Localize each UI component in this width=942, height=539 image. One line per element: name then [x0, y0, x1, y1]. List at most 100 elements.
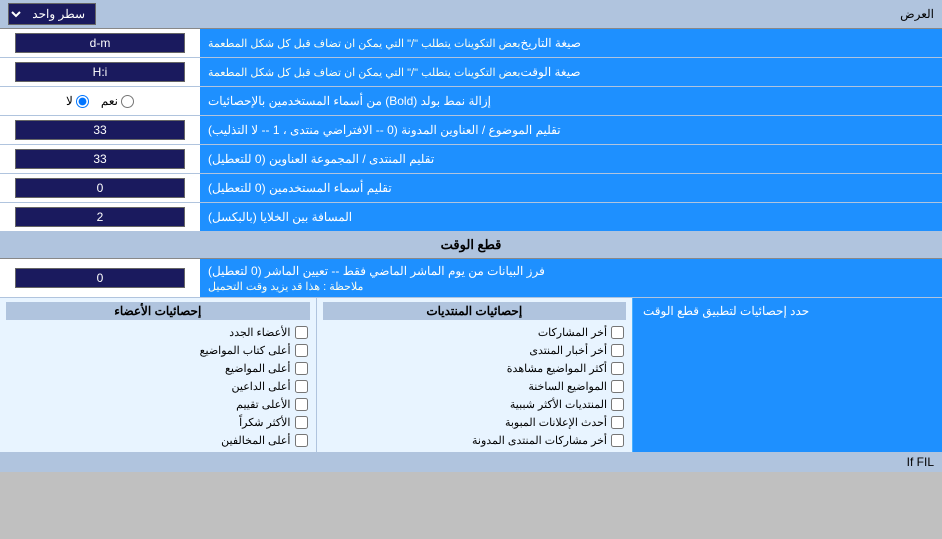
date-format-field[interactable]: [15, 33, 185, 53]
filter-note-text: ملاحظة : هذا قد يزيد وقت التحميل: [208, 280, 363, 293]
radio-no-text: لا: [66, 94, 73, 108]
time-section-title: قطع الوقت: [441, 237, 502, 253]
forum-order-field[interactable]: [15, 149, 185, 169]
radio-no[interactable]: [76, 95, 89, 108]
col2-members: إحصائيات الأعضاء الأعضاء الجدد أعلى كتاب…: [0, 298, 316, 452]
topics-order-label: تقليم الموضوع / العناوين المدونة (0 -- ا…: [200, 116, 942, 144]
gap-row: المسافة بين الخلايا (بالبكسل): [0, 203, 942, 232]
stats-label: حدد إحصائيات لتطبيق قطع الوقت: [632, 298, 942, 452]
cb-member-4-input[interactable]: [295, 398, 308, 411]
cb-member-0[interactable]: الأعضاء الجدد: [6, 325, 310, 340]
cb-member-4-label: الأعلى تقييم: [236, 398, 290, 411]
cb-member-5-label: الأكثر شكراً: [239, 416, 290, 429]
stats-label-text: حدد إحصائيات لتطبيق قطع الوقت: [643, 304, 809, 318]
cb-forum-5[interactable]: أحدث الإعلانات المبوبة: [323, 415, 627, 430]
radio-yes[interactable]: [121, 95, 134, 108]
cb-forum-0-input[interactable]: [611, 326, 624, 339]
time-format-row: صيغة الوقت بعض التكوينات يتطلب "/" التي …: [0, 58, 942, 87]
filter-main-text: فرز البيانات من يوم الماشر الماضي فقط --…: [208, 264, 545, 278]
cb-member-5[interactable]: الأكثر شكراً: [6, 415, 310, 430]
bold-remove-row: إزالة نمط بولد (Bold) من أسماء المستخدمي…: [0, 87, 942, 116]
cb-forum-1-input[interactable]: [611, 344, 624, 357]
filter-input-wrap: [0, 268, 200, 288]
cb-forum-3-label: المواضيع الساخنة: [528, 380, 607, 393]
bold-remove-label: إزالة نمط بولد (Bold) من أسماء المستخدمي…: [200, 87, 942, 115]
cb-forum-4[interactable]: المنتديات الأكثر شببية: [323, 397, 627, 412]
gap-label: المسافة بين الخلايا (بالبكسل): [200, 203, 942, 231]
col1-forums: إحصائيات المنتديات أخر المشاركات أخر أخب…: [316, 298, 633, 452]
cb-forum-5-input[interactable]: [611, 416, 624, 429]
bottom-section: حدد إحصائيات لتطبيق قطع الوقت إحصائيات ا…: [0, 298, 942, 452]
cb-member-0-label: الأعضاء الجدد: [229, 326, 290, 339]
cb-member-2-input[interactable]: [295, 362, 308, 375]
forum-order-input-wrap: [0, 147, 200, 171]
cb-member-3-label: أعلى الداعين: [232, 380, 291, 393]
time-format-field[interactable]: [15, 62, 185, 82]
cb-member-1-label: أعلى كتاب المواضيع: [200, 344, 291, 357]
cb-member-2[interactable]: أعلى المواضيع: [6, 361, 310, 376]
time-format-label: صيغة الوقت بعض التكوينات يتطلب "/" التي …: [200, 58, 942, 86]
header-row: العرض سطر واحدسطرينثلاثة أسطر: [0, 0, 942, 29]
checkboxes-columns: إحصائيات المنتديات أخر المشاركات أخر أخب…: [0, 298, 632, 452]
gap-field[interactable]: [15, 207, 185, 227]
if-fil-row: If FIL: [0, 452, 942, 472]
cb-forum-6-label: أخر مشاركات المنتدى المدونة: [472, 434, 607, 447]
cb-forum-4-label: المنتديات الأكثر شببية: [510, 398, 607, 411]
cb-member-1[interactable]: أعلى كتاب المواضيع: [6, 343, 310, 358]
cb-forum-0[interactable]: أخر المشاركات: [323, 325, 627, 340]
cb-member-2-label: أعلى المواضيع: [225, 362, 291, 375]
display-select[interactable]: سطر واحدسطرينثلاثة أسطر: [8, 3, 96, 25]
gap-input-wrap: [0, 205, 200, 229]
cb-forum-5-label: أحدث الإعلانات المبوبة: [505, 416, 607, 429]
cb-forum-1[interactable]: أخر أخبار المنتدى: [323, 343, 627, 358]
cb-member-6[interactable]: أعلى المخالفين: [6, 433, 310, 448]
cb-forum-0-label: أخر المشاركات: [538, 326, 607, 339]
date-format-label: صيغة التاريخ بعض التكوينات يتطلب "/" الت…: [200, 29, 942, 57]
forum-order-row: تقليم المنتدى / المجموعة العناوين (0 للت…: [0, 145, 942, 174]
cb-forum-3-input[interactable]: [611, 380, 624, 393]
usernames-order-row: تقليم أسماء المستخدمين (0 للتعطيل): [0, 174, 942, 203]
date-format-row: صيغة التاريخ بعض التكوينات يتطلب "/" الت…: [0, 29, 942, 58]
cb-member-3-input[interactable]: [295, 380, 308, 393]
header-label-right: العرض: [900, 7, 934, 21]
time-section-header: قطع الوقت: [0, 232, 942, 259]
time-format-main: صيغة الوقت: [520, 65, 580, 79]
date-format-input-wrap: [0, 31, 200, 55]
filter-row: فرز البيانات من يوم الماشر الماضي فقط --…: [0, 259, 942, 298]
cb-forum-6[interactable]: أخر مشاركات المنتدى المدونة: [323, 433, 627, 448]
time-format-input-wrap: [0, 60, 200, 84]
cb-forum-2[interactable]: أكثر المواضيع مشاهدة: [323, 361, 627, 376]
usernames-order-input-wrap: [0, 176, 200, 200]
cb-member-1-input[interactable]: [295, 344, 308, 357]
cb-member-6-input[interactable]: [295, 434, 308, 447]
time-format-sub: بعض التكوينات يتطلب "/" التي يمكن ان تضا…: [208, 66, 520, 79]
cb-member-5-input[interactable]: [295, 416, 308, 429]
date-format-main: صيغة التاريخ: [520, 36, 581, 50]
cb-member-0-input[interactable]: [295, 326, 308, 339]
usernames-order-field[interactable]: [15, 178, 185, 198]
cb-forum-4-input[interactable]: [611, 398, 624, 411]
col1-header: إحصائيات المنتديات: [323, 302, 627, 320]
filter-field[interactable]: [15, 268, 185, 288]
cb-forum-3[interactable]: المواضيع الساخنة: [323, 379, 627, 394]
topics-order-input-wrap: [0, 118, 200, 142]
radio-yes-label[interactable]: نعم: [101, 94, 134, 108]
topics-order-row: تقليم الموضوع / العناوين المدونة (0 -- ا…: [0, 116, 942, 145]
cb-forum-2-input[interactable]: [611, 362, 624, 375]
cb-member-6-label: أعلى المخالفين: [221, 434, 290, 447]
cb-forum-2-label: أكثر المواضيع مشاهدة: [507, 362, 607, 375]
cb-forum-6-input[interactable]: [611, 434, 624, 447]
date-format-sub: بعض التكوينات يتطلب "/" التي يمكن ان تضا…: [208, 37, 520, 50]
topics-order-field[interactable]: [15, 120, 185, 140]
radio-no-label[interactable]: لا: [66, 94, 89, 108]
bold-remove-radio-area: نعم لا: [0, 94, 200, 108]
usernames-order-label: تقليم أسماء المستخدمين (0 للتعطيل): [200, 174, 942, 202]
select-area: سطر واحدسطرينثلاثة أسطر: [8, 3, 96, 25]
if-fil-text: If FIL: [907, 455, 934, 469]
main-container: العرض سطر واحدسطرينثلاثة أسطر صيغة التار…: [0, 0, 942, 472]
cb-member-4[interactable]: الأعلى تقييم: [6, 397, 310, 412]
cb-member-3[interactable]: أعلى الداعين: [6, 379, 310, 394]
forum-order-label: تقليم المنتدى / المجموعة العناوين (0 للت…: [200, 145, 942, 173]
radio-yes-text: نعم: [101, 94, 118, 108]
cb-forum-1-label: أخر أخبار المنتدى: [529, 344, 607, 357]
